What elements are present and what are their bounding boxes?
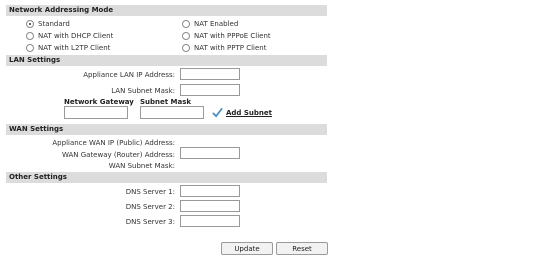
radio-nat-enabled-button[interactable] bbox=[182, 20, 190, 28]
add-subnet-label[interactable]: Add Subnet bbox=[226, 109, 272, 117]
lan-ip-input[interactable] bbox=[180, 68, 240, 80]
radio-nat-dhcp-button[interactable] bbox=[26, 32, 34, 40]
radio-standard[interactable]: Standard bbox=[26, 20, 70, 28]
dns2-label: DNS Server 2: bbox=[125, 203, 175, 211]
wan-ip-label: Appliance WAN IP (Public) Address: bbox=[52, 139, 175, 147]
radio-nat-pptp[interactable]: NAT with PPTP Client bbox=[182, 44, 267, 52]
radio-standard-label: Standard bbox=[38, 20, 70, 28]
lan-subnet-mask-label: LAN Subnet Mask: bbox=[111, 87, 175, 95]
lan-settings-title: LAN Settings bbox=[9, 56, 61, 64]
dns3-label: DNS Server 3: bbox=[125, 218, 175, 226]
lan-settings-header: LAN Settings bbox=[6, 55, 327, 66]
network-addressing-header: Network Addressing Mode bbox=[6, 5, 327, 16]
wan-gateway-input[interactable] bbox=[180, 147, 240, 159]
radio-nat-pptp-label: NAT with PPTP Client bbox=[194, 44, 267, 52]
dns2-input[interactable] bbox=[180, 200, 240, 212]
wan-settings-title: WAN Settings bbox=[9, 125, 64, 133]
update-button[interactable]: Update bbox=[221, 242, 273, 255]
other-settings-header: Other Settings bbox=[6, 172, 327, 183]
network-gateway-input[interactable] bbox=[64, 106, 128, 119]
lan-ip-label: Appliance LAN IP Address: bbox=[83, 71, 175, 79]
dns1-input[interactable] bbox=[180, 185, 240, 197]
radio-nat-pppoe[interactable]: NAT with PPPoE Client bbox=[182, 32, 271, 40]
radio-standard-button[interactable] bbox=[26, 20, 34, 28]
radio-nat-pptp-button[interactable] bbox=[182, 44, 190, 52]
radio-nat-pppoe-button[interactable] bbox=[182, 32, 190, 40]
network-addressing-title: Network Addressing Mode bbox=[9, 6, 114, 14]
subnet-mask-header: Subnet Mask bbox=[140, 98, 192, 106]
wan-settings-header: WAN Settings bbox=[6, 124, 327, 135]
radio-nat-enabled[interactable]: NAT Enabled bbox=[182, 20, 238, 28]
radio-nat-dhcp[interactable]: NAT with DHCP Client bbox=[26, 32, 113, 40]
radio-nat-pppoe-label: NAT with PPPoE Client bbox=[194, 32, 271, 40]
radio-nat-l2tp-label: NAT with L2TP Client bbox=[38, 44, 111, 52]
network-gateway-header: Network Gateway bbox=[64, 98, 134, 106]
lan-subnet-mask-input[interactable] bbox=[180, 84, 240, 96]
subnet-mask-input[interactable] bbox=[140, 106, 204, 119]
radio-nat-enabled-label: NAT Enabled bbox=[194, 20, 239, 28]
radio-nat-l2tp[interactable]: NAT with L2TP Client bbox=[26, 44, 110, 52]
wan-subnet-mask-label: WAN Subnet Mask: bbox=[108, 162, 175, 170]
wan-gateway-label: WAN Gateway (Router) Address: bbox=[61, 151, 175, 159]
other-settings-title: Other Settings bbox=[9, 173, 67, 181]
dns1-label: DNS Server 1: bbox=[125, 188, 175, 196]
checkmark-icon bbox=[212, 107, 223, 118]
radio-nat-l2tp-button[interactable] bbox=[26, 44, 34, 52]
dns3-input[interactable] bbox=[180, 215, 240, 227]
radio-nat-dhcp-label: NAT with DHCP Client bbox=[38, 32, 114, 40]
reset-button[interactable]: Reset bbox=[276, 242, 328, 255]
add-subnet-link[interactable]: Add Subnet bbox=[212, 107, 272, 118]
